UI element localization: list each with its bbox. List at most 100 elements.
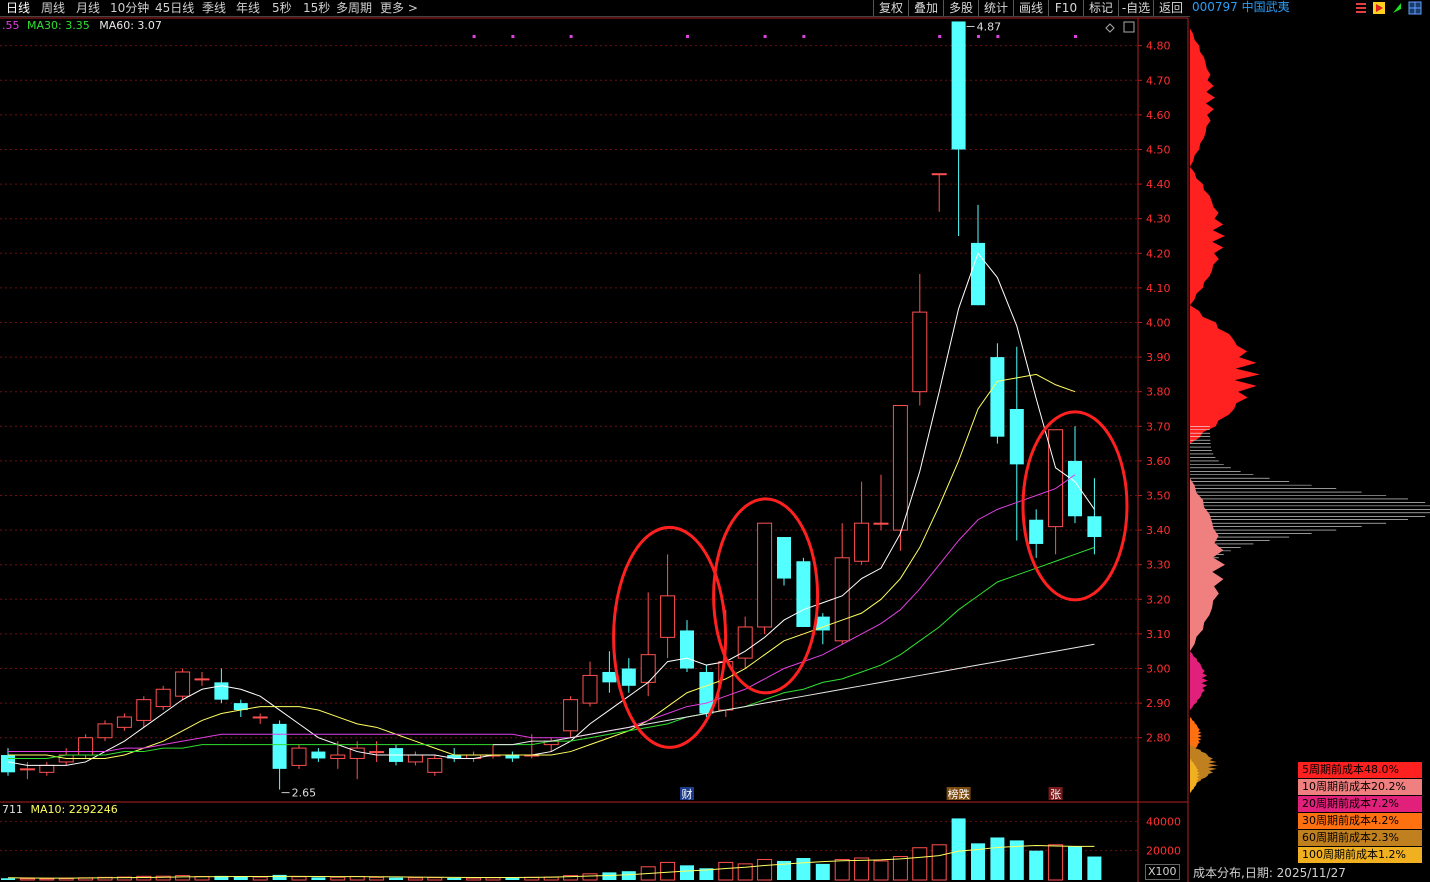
volume-bar-up bbox=[660, 861, 676, 881]
cost-band-pink bbox=[1190, 478, 1225, 652]
candle-body-up bbox=[116, 716, 132, 728]
cost-band-magenta bbox=[1190, 651, 1208, 711]
candle-body-up bbox=[1048, 429, 1064, 528]
event-dot bbox=[686, 35, 689, 38]
candle-body-down bbox=[505, 755, 520, 759]
volume-bar-up bbox=[912, 847, 928, 881]
price-tick-label: 4.00 bbox=[1146, 316, 1171, 329]
volume-bar-down bbox=[951, 818, 966, 880]
price-tick-label: 3.00 bbox=[1146, 663, 1171, 676]
candle-body-up bbox=[175, 671, 191, 697]
volume-bar-up bbox=[291, 876, 307, 881]
event-dot bbox=[511, 35, 515, 38]
candle-body-up bbox=[757, 522, 773, 628]
event-dot bbox=[1074, 35, 1077, 38]
candle-body-up bbox=[155, 688, 171, 708]
price-tick-label: 4.50 bbox=[1146, 143, 1171, 156]
candle-body-up bbox=[563, 699, 579, 732]
candle-body-down bbox=[951, 21, 966, 150]
volume-bar-up bbox=[757, 858, 773, 881]
diamond-icon bbox=[1105, 23, 1115, 33]
volume-bar-up bbox=[873, 860, 889, 881]
event-dot bbox=[938, 35, 942, 38]
candle-body-up bbox=[427, 757, 443, 773]
candle-body-up bbox=[97, 723, 113, 739]
price-tick-label: 4.40 bbox=[1146, 178, 1171, 191]
candle-body-up bbox=[660, 595, 676, 638]
cost-legend-item: 30周期前成本4.2% bbox=[1298, 813, 1422, 829]
volume-bar-up bbox=[39, 878, 55, 881]
cost-band-red bbox=[1190, 166, 1225, 306]
price-tick-label: 3.90 bbox=[1146, 351, 1171, 364]
volume-bar-down bbox=[621, 871, 636, 880]
candle-body-up bbox=[931, 173, 947, 176]
candle-body-down bbox=[1087, 516, 1102, 538]
candle-body-up bbox=[369, 751, 385, 754]
marker-label: 张 bbox=[1050, 788, 1061, 801]
price-tick-label: 4.60 bbox=[1146, 109, 1171, 122]
candle-body-up bbox=[873, 522, 889, 525]
event-dot bbox=[569, 35, 573, 38]
cost-legend-item: 5周期前成本48.0% bbox=[1298, 762, 1422, 778]
volume-bar-up bbox=[19, 878, 35, 881]
candle-body-up bbox=[330, 754, 346, 759]
event-dot bbox=[996, 35, 1000, 38]
candle-body-down bbox=[311, 751, 326, 759]
volume-tick-label: 20000 bbox=[1146, 845, 1181, 858]
candle-body-up bbox=[892, 405, 908, 531]
volume-bar-down bbox=[1029, 850, 1044, 880]
price-tick-label: 4.30 bbox=[1146, 213, 1171, 226]
candle-body-up bbox=[912, 311, 928, 393]
candle-body-down bbox=[272, 723, 287, 769]
volume-bar-up bbox=[330, 876, 346, 881]
price-tick-label: 4.20 bbox=[1146, 247, 1171, 260]
volume-bar-up bbox=[252, 876, 268, 881]
low-label: 2.65 bbox=[292, 787, 317, 800]
price-tick-label: 4.70 bbox=[1146, 74, 1171, 87]
event-dot bbox=[763, 35, 767, 38]
volume-bar-down bbox=[1068, 846, 1082, 880]
event-dot bbox=[802, 35, 806, 38]
cost-distribution-label: 成本分布,日期: 2025/11/27 bbox=[1193, 866, 1346, 880]
candle-body-down bbox=[214, 682, 229, 700]
candle-body-up bbox=[78, 737, 94, 756]
volume-bar-down bbox=[1087, 856, 1102, 880]
cost-legend-item: 20周期前成本7.2% bbox=[1298, 796, 1422, 812]
price-tick-label: 4.10 bbox=[1146, 282, 1171, 295]
volume-bar-down bbox=[796, 858, 811, 880]
candle-body-down bbox=[1029, 519, 1044, 544]
candle-body-up bbox=[640, 654, 656, 683]
price-tick-label: 3.30 bbox=[1146, 559, 1171, 572]
event-dot bbox=[472, 35, 476, 38]
volume-bar-up bbox=[737, 863, 753, 881]
candle-body-down bbox=[971, 242, 985, 306]
volume-bar-up bbox=[58, 878, 74, 881]
candle-body-up bbox=[291, 747, 307, 766]
volume-bar-up bbox=[834, 858, 850, 881]
volume-bar-up bbox=[718, 861, 734, 881]
candle-body-down bbox=[1, 755, 15, 773]
candle-body-up bbox=[582, 674, 598, 704]
price-tick-label: 3.10 bbox=[1146, 628, 1171, 641]
cost-band-red bbox=[1190, 28, 1215, 167]
candle-body-up bbox=[252, 716, 268, 719]
volume-multiplier: X100 bbox=[1145, 864, 1180, 880]
volume-bar-up bbox=[175, 875, 191, 881]
volume-bar-up bbox=[854, 857, 870, 881]
volume-bar-up bbox=[136, 875, 152, 881]
volume-bar-down bbox=[815, 863, 830, 880]
marker-label: 财 bbox=[682, 787, 693, 801]
price-tick-label: 3.20 bbox=[1146, 593, 1171, 606]
volume-bar-up bbox=[892, 856, 908, 881]
kline-chart[interactable]: 4.80 4.70 4.60 4.50 4.40 4.30 4.20 4.10 4.00 3.90… bbox=[0, 0, 1430, 882]
marker-label: 榜跌 bbox=[948, 787, 970, 801]
candle-body-down bbox=[990, 357, 1005, 437]
volume-bar-up bbox=[466, 877, 482, 881]
volume-bar-up bbox=[485, 877, 501, 881]
volume-bar-down bbox=[272, 874, 287, 880]
square-icon bbox=[1123, 21, 1135, 33]
candle-body-down bbox=[796, 561, 811, 627]
candle-body-up bbox=[407, 754, 423, 763]
candle-body-down bbox=[621, 668, 636, 686]
high-label: 4.87 bbox=[977, 20, 1002, 33]
